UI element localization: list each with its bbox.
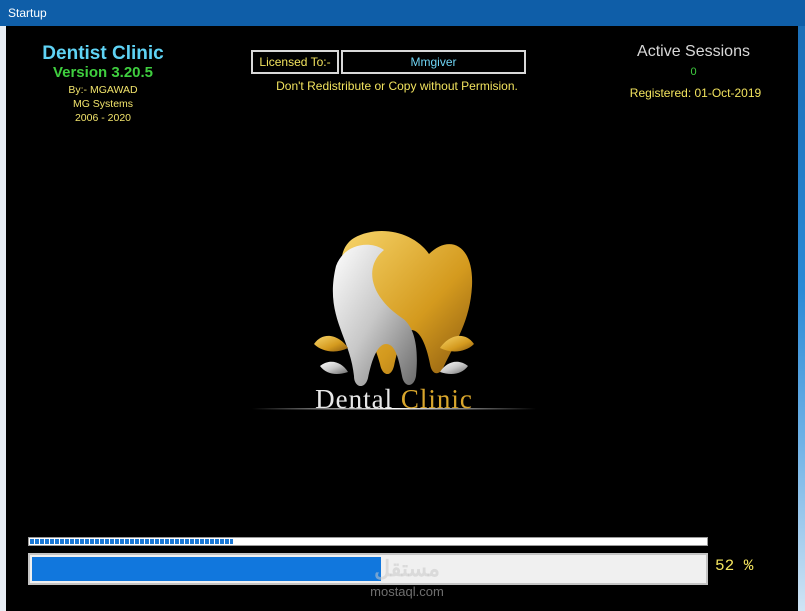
active-sessions-label: Active Sessions	[637, 43, 750, 60]
logo-word-dental: Dental	[315, 384, 394, 414]
app-version: Version 3.20.5	[52, 64, 154, 81]
main-progress-fill	[32, 557, 381, 581]
watermark: مستقل mostaql.com	[352, 556, 462, 599]
registered-date: Registered: 01-Oct-2019	[629, 86, 762, 100]
progress-percent: 52 %	[715, 557, 754, 575]
secondary-progress-fill	[30, 539, 233, 544]
years-text: 2006 - 2020	[74, 112, 132, 124]
company-text: MG Systems	[72, 98, 134, 110]
licensed-to-label: Licensed To:-	[251, 50, 339, 74]
licensed-to-value: Mmgiver	[341, 50, 526, 74]
secondary-progress-bar	[28, 537, 708, 546]
redistribute-notice: Don't Redistribute or Copy without Permi…	[276, 79, 518, 93]
startup-window: Startup Dentist Clinic Version 3.20.5 By…	[0, 0, 805, 611]
splash-panel: Dentist Clinic Version 3.20.5 By:- MGAWA…	[6, 26, 798, 611]
watermark-latin: mostaql.com	[370, 584, 444, 599]
author-text: By:- MGAWAD	[68, 84, 138, 96]
logo-wordmark: Dental Clinic	[244, 384, 544, 415]
active-sessions-count: 0	[690, 66, 697, 78]
app-title: Dentist Clinic	[42, 43, 164, 64]
window-title: Startup	[0, 0, 805, 26]
watermark-arabic: مستقل	[374, 556, 440, 581]
logo-word-clinic: Clinic	[400, 384, 473, 414]
